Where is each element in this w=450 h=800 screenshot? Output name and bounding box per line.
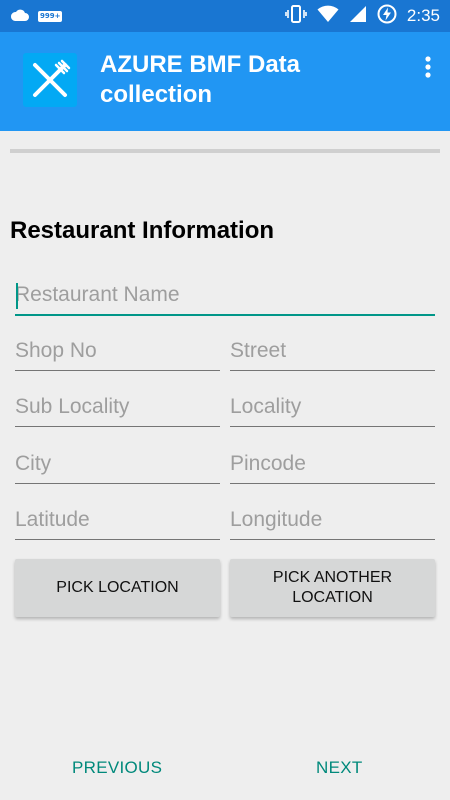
battery-charging-icon <box>377 4 397 28</box>
shop-no-input[interactable] <box>15 334 220 368</box>
status-time: 2:35 <box>406 6 440 25</box>
progress-bar <box>10 149 440 153</box>
text-cursor <box>16 283 18 309</box>
wifi-icon <box>317 5 339 27</box>
status-bar: 999+ 2:35 <box>0 0 450 32</box>
city-input[interactable] <box>15 447 220 481</box>
shop-no-field <box>15 334 220 371</box>
pick-location-button[interactable]: PICK LOCATION <box>15 559 220 617</box>
signal-icon <box>349 5 367 27</box>
latitude-field <box>15 503 220 540</box>
notification-badge-icon: 999+ <box>38 10 63 22</box>
section-title: Restaurant Information <box>10 217 275 244</box>
restaurant-name-input[interactable] <box>15 278 435 312</box>
next-button[interactable]: NEXT <box>316 758 363 778</box>
pincode-input[interactable] <box>230 447 435 481</box>
fork-knife-icon <box>23 53 77 107</box>
street-field <box>230 334 435 371</box>
app-title: AZURE BMF Data collection <box>100 51 301 108</box>
longitude-field <box>230 503 435 540</box>
longitude-input[interactable] <box>230 503 435 537</box>
street-input[interactable] <box>230 334 435 368</box>
vibrate-icon <box>285 5 307 27</box>
restaurant-name-field <box>15 278 435 316</box>
city-field <box>15 447 220 484</box>
app-bar: AZURE BMF Data collection <box>0 32 450 131</box>
previous-button[interactable]: PREVIOUS <box>72 758 162 778</box>
more-vert-icon[interactable] <box>420 54 436 82</box>
locality-input[interactable] <box>230 390 435 424</box>
pincode-field <box>230 447 435 484</box>
pick-another-location-button[interactable]: PICK ANOTHER LOCATION <box>230 559 435 617</box>
latitude-input[interactable] <box>15 503 220 537</box>
status-left-icons: 999+ <box>10 0 63 32</box>
sub-locality-input[interactable] <box>15 390 220 424</box>
cloud-icon <box>10 7 30 26</box>
sub-locality-field <box>15 390 220 427</box>
status-right-icons: 2:35 <box>285 0 440 32</box>
locality-field <box>230 390 435 427</box>
